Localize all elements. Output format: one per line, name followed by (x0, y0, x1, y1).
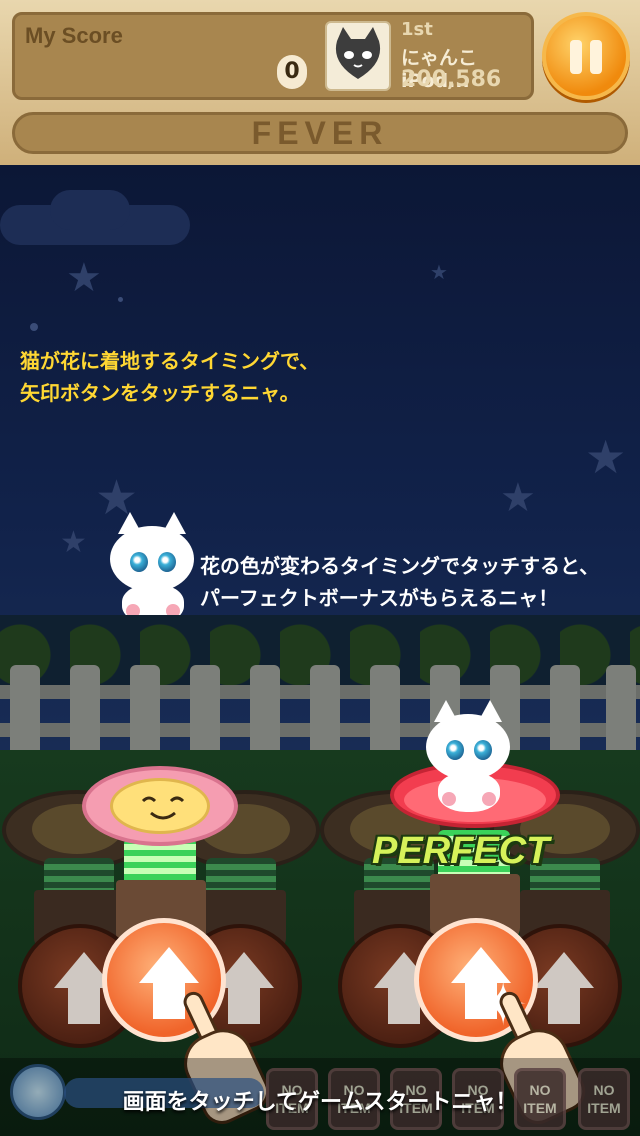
tip-perfect-line1: 花の色が変わるタイミングでタッチすると、 (200, 554, 600, 578)
star-icon: ★ (585, 430, 627, 484)
arrow-up-icon (534, 952, 594, 988)
star-icon: ★ (60, 525, 87, 560)
start-message[interactable]: 画面をタッチしてゲームスタートニャ！ (0, 1084, 640, 1116)
my-score-label: My Score (25, 23, 123, 48)
top-bar: My Score 0 1st にゃんこiPod... 200,586 FEVER (0, 0, 640, 165)
arrow-stem (228, 986, 260, 1024)
cat-paw (442, 792, 456, 806)
cat-eye (474, 740, 492, 760)
fence-post (550, 665, 580, 755)
fence-post (250, 665, 280, 755)
score-panel: My Score 0 1st にゃんこiPod... 200,586 (12, 12, 534, 100)
fever-gauge: FEVER (12, 112, 628, 154)
fence-post (310, 665, 340, 755)
fence-post (70, 665, 100, 755)
perfect-label: PERFECT (372, 830, 550, 872)
pause-button[interactable] (542, 12, 630, 100)
tip-landing-line1: 猫が花に着地するタイミングで、 (20, 349, 320, 373)
fence (0, 665, 640, 755)
arrow-stem (548, 986, 580, 1024)
my-score-value: 0 (277, 55, 307, 89)
cat-head (426, 714, 510, 780)
cat-eye (158, 552, 176, 572)
tip-landing-line2: 矢印ボタンをタッチするニャ。 (20, 381, 300, 405)
cat-avatar-icon (325, 21, 391, 91)
tip-perfect-line2: パーフェクトボーナスがもらえるニャ！ (200, 586, 559, 610)
cat-paw (482, 792, 496, 806)
arrow-stem (153, 981, 185, 1019)
cat-eye (130, 552, 148, 572)
player-cat (420, 700, 516, 812)
guide-cat (104, 512, 200, 624)
fence-post (10, 665, 40, 755)
tutorial-tip-landing: 猫が花に着地するタイミングで、 矢印ボタンをタッチするニャ。 (20, 345, 319, 409)
star-icon: ★ (430, 260, 448, 284)
fence-post (190, 665, 220, 755)
star-icon: ★ (66, 255, 102, 301)
pause-icon (570, 40, 582, 74)
star-icon: ★ (500, 475, 536, 521)
flower-smile-face (110, 778, 210, 834)
arrow-stem (68, 986, 100, 1024)
cat-eye (446, 740, 464, 760)
tutorial-tip-perfect: 花の色が変わるタイミングでタッチすると、 パーフェクトボーナスがもらえるニャ！ (200, 550, 599, 614)
cat-head (110, 526, 194, 592)
sky-dot (118, 297, 123, 302)
rank-score: 200,586 (401, 67, 502, 92)
fence-post (606, 665, 636, 755)
rank-position: 1st (401, 19, 433, 40)
flower-pink (82, 766, 238, 846)
fence-post (370, 665, 400, 755)
sky-dot (30, 323, 38, 331)
cloud (50, 190, 130, 230)
arrow-up-icon (139, 947, 199, 983)
pause-icon (590, 40, 602, 74)
fence-post (130, 665, 160, 755)
